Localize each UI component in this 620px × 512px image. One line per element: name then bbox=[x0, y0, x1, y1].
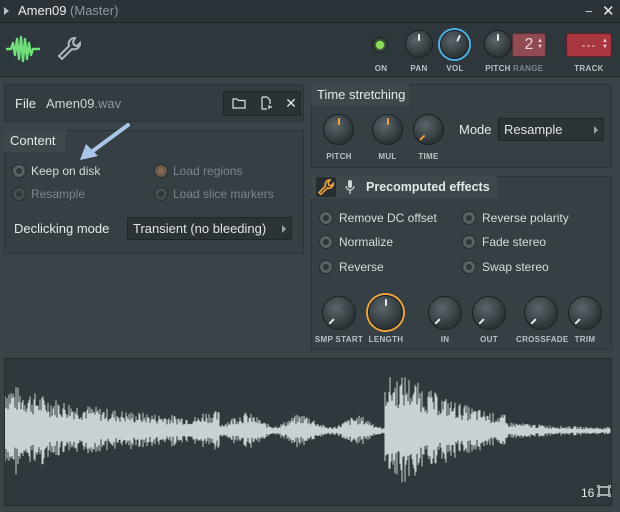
file-extension: .wav bbox=[94, 96, 122, 111]
crossfade-label: CROSSFADE bbox=[516, 335, 569, 344]
volume-label: VOL bbox=[446, 64, 464, 73]
fade-out-label: OUT bbox=[480, 335, 498, 344]
length-knob[interactable] bbox=[368, 295, 403, 330]
title-bar: Amen09 (Master) − ✕ bbox=[0, 0, 620, 23]
sample-name: Amen09 bbox=[18, 3, 67, 18]
wrench-icon[interactable] bbox=[56, 35, 82, 63]
stretch-pitch-knob[interactable] bbox=[323, 114, 354, 145]
file-label: File bbox=[15, 96, 36, 111]
chevron-right-icon bbox=[282, 225, 286, 233]
waveform-graphic bbox=[5, 377, 611, 483]
track-value: --- bbox=[581, 38, 597, 52]
collapse-icon[interactable] bbox=[4, 7, 9, 15]
trim-knob[interactable] bbox=[568, 296, 602, 330]
range-value-box[interactable]: 2 ▲ ▼ bbox=[512, 33, 546, 57]
stretch-mode-select[interactable]: Resample bbox=[498, 118, 604, 141]
file-button-group: ✕ bbox=[223, 91, 301, 116]
microphone-icon[interactable] bbox=[345, 179, 355, 195]
file-name: Amen09.wav bbox=[46, 96, 121, 111]
volume-knob[interactable] bbox=[440, 30, 469, 59]
stepper-arrows-icon: ▲ ▼ bbox=[537, 38, 543, 50]
stepper-arrows-icon: ▲ ▼ bbox=[602, 38, 609, 50]
fade-in-knob[interactable] bbox=[428, 296, 462, 330]
load-slice-markers-label[interactable]: Load slice markers bbox=[173, 187, 274, 201]
load-regions-label[interactable]: Load regions bbox=[173, 164, 242, 178]
clear-file-button[interactable]: ✕ bbox=[278, 92, 304, 115]
keep-on-disk-radio[interactable] bbox=[12, 164, 26, 178]
fade-stereo-radio[interactable] bbox=[462, 235, 476, 249]
precomputed-effects-title: Precomputed effects bbox=[366, 180, 490, 194]
declicking-mode-value: Transient (no bleeding) bbox=[133, 221, 267, 236]
window-title: Amen09 (Master) bbox=[18, 3, 118, 18]
fade-in-label: IN bbox=[440, 335, 450, 344]
pitch-knob[interactable] bbox=[484, 30, 512, 58]
normalize-label[interactable]: Normalize bbox=[339, 235, 393, 249]
reverse-polarity-label[interactable]: Reverse polarity bbox=[482, 211, 569, 225]
wrench-icon[interactable] bbox=[316, 177, 336, 197]
annotation-arrow-icon bbox=[80, 123, 130, 160]
close-icon: ✕ bbox=[285, 95, 297, 111]
declicking-mode-label: Declicking mode bbox=[14, 221, 110, 236]
remove-dc-offset-label[interactable]: Remove DC offset bbox=[339, 211, 437, 225]
declicking-mode-select[interactable]: Transient (no bleeding) bbox=[127, 217, 292, 240]
on-toggle[interactable] bbox=[372, 37, 388, 53]
file-basename: Amen09 bbox=[46, 96, 95, 111]
sample-start-label: SMP START bbox=[314, 335, 364, 344]
normalize-radio[interactable] bbox=[319, 235, 333, 249]
reverse-label[interactable]: Reverse bbox=[339, 260, 384, 274]
track-label: TRACK bbox=[574, 64, 604, 73]
resample-radio[interactable] bbox=[12, 187, 26, 201]
keep-on-disk-label[interactable]: Keep on disk bbox=[31, 164, 100, 178]
remove-dc-offset-radio[interactable] bbox=[319, 211, 333, 225]
track-selector[interactable]: --- ▲ ▼ bbox=[566, 33, 612, 57]
resample-label[interactable]: Resample bbox=[31, 187, 85, 201]
browse-file-icon bbox=[261, 96, 272, 110]
pan-label: PAN bbox=[410, 64, 428, 73]
close-button[interactable]: ✕ bbox=[602, 2, 615, 20]
stretch-time-label: TIME bbox=[418, 152, 439, 161]
trim-label: TRIM bbox=[574, 335, 596, 344]
range-value: 2 bbox=[524, 36, 534, 53]
zoom-level: 16 bbox=[581, 486, 595, 500]
waveform-display[interactable]: 16 bbox=[4, 358, 612, 506]
browse-file-button[interactable] bbox=[254, 92, 280, 115]
content-tab: Content bbox=[4, 130, 66, 152]
crossfade-knob[interactable] bbox=[524, 296, 558, 330]
zoom-fit-icon[interactable] bbox=[597, 485, 611, 497]
folder-icon bbox=[232, 98, 246, 109]
open-file-button[interactable] bbox=[226, 92, 252, 115]
minimize-button[interactable]: − bbox=[585, 4, 593, 19]
length-label: LENGTH bbox=[368, 335, 404, 344]
stretch-pitch-label: PITCH bbox=[326, 152, 352, 161]
stretch-mode-value: Resample bbox=[504, 122, 563, 137]
stretch-mul-knob[interactable] bbox=[372, 114, 403, 145]
mixer-target: (Master) bbox=[70, 3, 119, 18]
on-label: ON bbox=[374, 64, 388, 73]
fade-out-knob[interactable] bbox=[472, 296, 506, 330]
chevron-right-icon bbox=[594, 126, 598, 134]
time-stretching-tab: Time stretching bbox=[311, 84, 409, 106]
mode-label: Mode bbox=[459, 122, 492, 137]
reverse-radio[interactable] bbox=[319, 260, 333, 274]
stretch-mul-label: MUL bbox=[378, 152, 397, 161]
load-slice-markers-radio[interactable] bbox=[154, 187, 168, 201]
fade-stereo-label[interactable]: Fade stereo bbox=[482, 235, 546, 249]
reverse-polarity-radio[interactable] bbox=[462, 211, 476, 225]
precomputed-effects-tab: Precomputed effects bbox=[311, 176, 497, 198]
swap-stereo-radio[interactable] bbox=[462, 260, 476, 274]
waveform-path bbox=[5, 377, 611, 483]
swap-stereo-label[interactable]: Swap stereo bbox=[482, 260, 549, 274]
range-label: RANGE bbox=[513, 64, 544, 73]
pitch-label: PITCH bbox=[485, 64, 511, 73]
waveform-icon[interactable] bbox=[6, 33, 40, 65]
file-panel: File Amen09.wav ✕ bbox=[4, 84, 304, 122]
pan-knob[interactable] bbox=[405, 30, 433, 58]
load-regions-radio[interactable] bbox=[154, 164, 168, 178]
sample-start-knob[interactable] bbox=[322, 296, 356, 330]
stretch-time-knob[interactable] bbox=[413, 114, 444, 145]
